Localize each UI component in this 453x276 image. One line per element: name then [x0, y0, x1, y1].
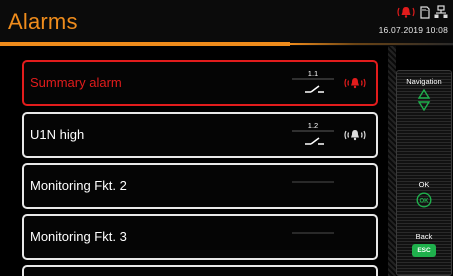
status-icons: [396, 4, 448, 20]
alarm-label: Summary alarm: [30, 75, 122, 90]
up-down-arrows-icon: [417, 88, 431, 112]
alarm-label: Monitoring Fkt. 3: [30, 229, 127, 244]
alarm-row-summary[interactable]: Summary alarm 1.1: [22, 60, 378, 106]
alarm-row-partial[interactable]: [22, 265, 378, 276]
contact-placeholder: [292, 222, 334, 252]
alarm-bell-icon: [344, 130, 366, 141]
alarm-row-monitoring-3[interactable]: Monitoring Fkt. 3: [22, 214, 378, 260]
alarm-bell-icon: [397, 7, 415, 18]
page-title: Alarms: [8, 9, 78, 34]
relay-contact-icon: 1.1: [292, 68, 334, 98]
ok-key-icon: OK: [416, 192, 432, 208]
ok-label: OK: [418, 180, 430, 189]
ok-button[interactable]: OK OK: [396, 180, 452, 213]
alarm-row-monitoring-2[interactable]: Monitoring Fkt. 2: [22, 163, 378, 209]
ok-key-text: OK: [420, 199, 430, 205]
sd-card-icon: [420, 5, 430, 19]
alarm-bell-icon: [344, 78, 366, 89]
navigation-control[interactable]: Navigation: [396, 77, 452, 116]
alarm-list: Summary alarm 1.1 U1N high 1.2 Monitorin…: [0, 46, 388, 276]
navigation-label: Navigation: [406, 77, 442, 86]
back-label: Back: [415, 232, 433, 241]
navigation-panel: Navigation OK OK Back ESC: [392, 46, 453, 276]
esc-key-icon: ESC: [412, 244, 436, 257]
contact-placeholder: [292, 171, 334, 201]
header-bar: Alarms 16.07.2019 10:08: [0, 0, 453, 46]
alarm-row-u1n-high[interactable]: U1N high 1.2: [22, 112, 378, 158]
network-icon: [434, 5, 448, 18]
alarm-label: Monitoring Fkt. 2: [30, 178, 127, 193]
relay-contact-icon: 1.2: [292, 120, 334, 150]
back-button[interactable]: Back ESC: [396, 232, 452, 257]
alarm-label: U1N high: [30, 127, 85, 142]
datetime-display: 16.07.2019 10:08: [378, 25, 448, 35]
